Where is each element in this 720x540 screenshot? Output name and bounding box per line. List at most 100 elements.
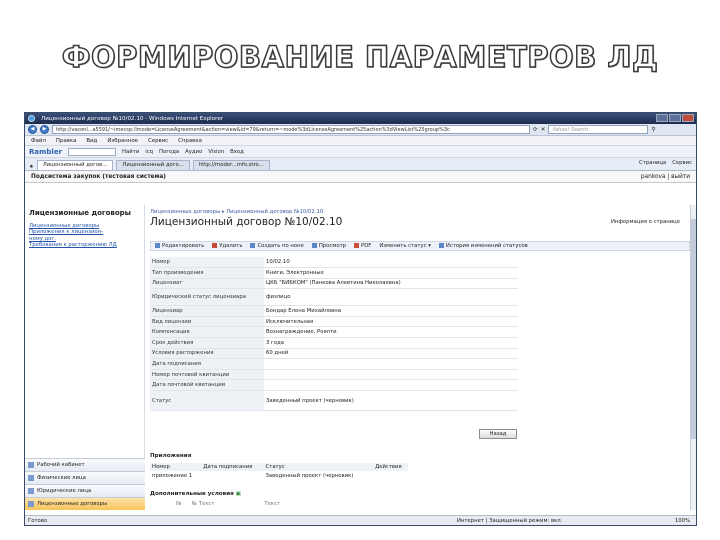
tab-license-1[interactable]: Лицензионный догов... [36,160,114,170]
tab-license-2[interactable]: Лицензионный дого... [116,160,190,170]
preview-button[interactable]: Просмотр [311,243,347,249]
menu-favorites[interactable]: Избранное [107,138,138,144]
browser-window: Лицензионный договор №10/02.10 - Windows… [24,112,697,526]
field-value: Книги, Электронные [264,267,518,279]
field-label: Дата подписания [150,358,264,370]
copy-icon [250,243,256,248]
refresh-icon[interactable]: ⟳ [533,127,538,133]
zoom-level[interactable]: 100% [675,518,690,524]
toolbar-search-input[interactable] [68,147,117,156]
rambler-logo: Rambler [29,147,63,156]
column-header: Дата подписания [201,463,264,471]
minimize-button[interactable] [656,114,668,122]
toolbar-audio-button[interactable]: Аудио [185,149,202,155]
info-page-link[interactable]: Информация о странице [611,219,680,225]
forward-arrow-icon[interactable]: ▶ [40,125,49,134]
field-value: Бондар Елена Михайловна [264,305,518,317]
window-title: Лицензионный договор №10/02.10 - Windows… [41,115,224,122]
field-label: Условия расторжения [150,348,264,360]
attachments-table: Номер Дата подписания Статус Действия пр… [150,463,408,480]
column-header: № Текст [191,501,215,507]
field-value: ЦКБ "БИБКОМ" (Панкова Алевтина Николаевн… [264,278,518,290]
search-icon[interactable]: ⚲ [651,127,655,133]
field-label: Срок действия [150,337,264,349]
user-name[interactable]: pankova [641,174,666,180]
url-field[interactable]: http://vaconl...a5591/~imecsp:/lmode=Lic… [52,125,530,134]
action-toolbar: Редактировать Удалить Создать по ноне Пр… [150,241,690,251]
field-row: Лицензиар Бондар Елена Михайловна [150,305,518,317]
delete-label: Удалить [219,243,243,249]
scrollbar-thumb[interactable] [691,219,696,439]
column-header: Статус [263,463,374,471]
delete-button[interactable]: Удалить [212,243,242,249]
field-row: Юридический статус лицензиара физлицо [150,288,518,307]
field-label: Компенсация [150,326,264,339]
field-row: Тип произведения Книги, Электронные [150,267,518,279]
page-menu[interactable]: Страница [639,160,666,166]
sidebar-tile-legal[interactable]: Юридические лица [25,484,145,497]
close-window-button[interactable] [682,114,694,122]
field-row: Номер 10/02.10 [150,257,518,269]
field-row: Дата почтовой квитанции [150,379,518,392]
security-zone: Интернет | Защищенный режим: вкл. [457,517,563,524]
field-row: Статус Заведенный проект (черновик) [150,390,518,412]
menu-help[interactable]: Справка [178,138,202,144]
slide-title: ФОРМИРОВАНИЕ ПАРАМЕТРОВ ЛД [61,39,659,75]
status-history-button[interactable]: История изменений статусов [438,243,528,249]
sidebar-tile-cabinet[interactable]: Рабочий кабинет [25,458,145,471]
favorites-star-icon[interactable]: ★ [29,164,34,170]
menu-file[interactable]: Файл [31,138,46,144]
field-row: Компенсация Вознаграждение, Роялти [150,326,518,339]
breadcrumb[interactable]: Лицензионные договоры ▸ Лицензионный дог… [146,205,696,215]
field-row: Срок действия 3 года [150,337,518,349]
toolbar-weather-button[interactable]: Погода [159,149,179,155]
field-label: Лицензиар [150,305,264,317]
menu-tools[interactable]: Сервис [148,138,168,144]
edit-button[interactable]: Редактировать [155,243,204,249]
column-header: № [176,501,182,507]
edit-icon [155,243,160,248]
sidebar-link-termination[interactable]: Требования к расторжению ЛД [25,242,144,248]
toolbar-login-button[interactable]: Вход [230,149,244,155]
history-icon [438,243,444,248]
maximize-button[interactable] [669,114,681,122]
field-value: 10/02.10 [264,257,518,269]
contract-fields: Номер 10/02.10 Тип произведения Книги, Эле… [150,257,518,412]
back-button[interactable]: Назад [479,429,517,439]
menu-edit[interactable]: Правка [56,138,77,144]
system-title: Подсистема закупок (тестовая система) [31,173,166,180]
field-label: Тип произведения [150,267,264,279]
tools-menu[interactable]: Сервис [672,160,692,166]
toolbar-vision-button[interactable]: Vision [208,149,224,155]
field-label: Номер [150,257,264,269]
back-arrow-icon[interactable]: ◀ [28,125,37,134]
extra-conditions-header: № № Текст Текст [176,501,280,507]
tab-moder[interactable]: http://moder...mfo.stro... [192,160,270,170]
field-value: Заведенный проект (черновик) [264,390,518,412]
stop-icon[interactable]: ✕ [541,127,546,133]
create-copy-button[interactable]: Создать по ноне [250,243,304,249]
add-condition-icon[interactable]: ▣ [236,491,241,497]
window-titlebar: Лицензионный договор №10/02.10 - Windows… [25,113,696,124]
field-row: Вид лицензии Исключительная [150,316,518,328]
pdf-label: PDF [361,243,372,249]
tab-bar: ★ Лицензионный догов... Лицензионный дог… [25,158,696,171]
field-value [264,358,518,370]
attachment-number[interactable]: приложение 1 [150,471,201,480]
vertical-scrollbar[interactable] [690,205,696,510]
search-input[interactable]: Yahoo! Search [548,125,649,134]
preview-label: Просмотр [318,243,347,249]
sidebar-tile-contracts[interactable]: Лицензионные договоры [25,497,145,510]
logout-link[interactable]: выйти [671,174,690,180]
preview-icon [311,243,317,248]
field-label: Статус [150,390,264,412]
change-status-dropdown[interactable]: Изменить статус ▾ [379,243,431,249]
field-value: физлицо [264,288,518,307]
field-label: Номер почтовой квитанции [150,369,264,381]
pdf-button[interactable]: PDF [354,243,371,249]
field-row: Условия расторжения 60 дней [150,348,518,360]
sidebar-tile-individuals[interactable]: Физические лица [25,471,145,484]
menu-view[interactable]: Вид [86,138,97,144]
toolbar-icq-button[interactable]: icq [145,149,153,155]
toolbar-find-button[interactable]: Найти [122,149,139,155]
